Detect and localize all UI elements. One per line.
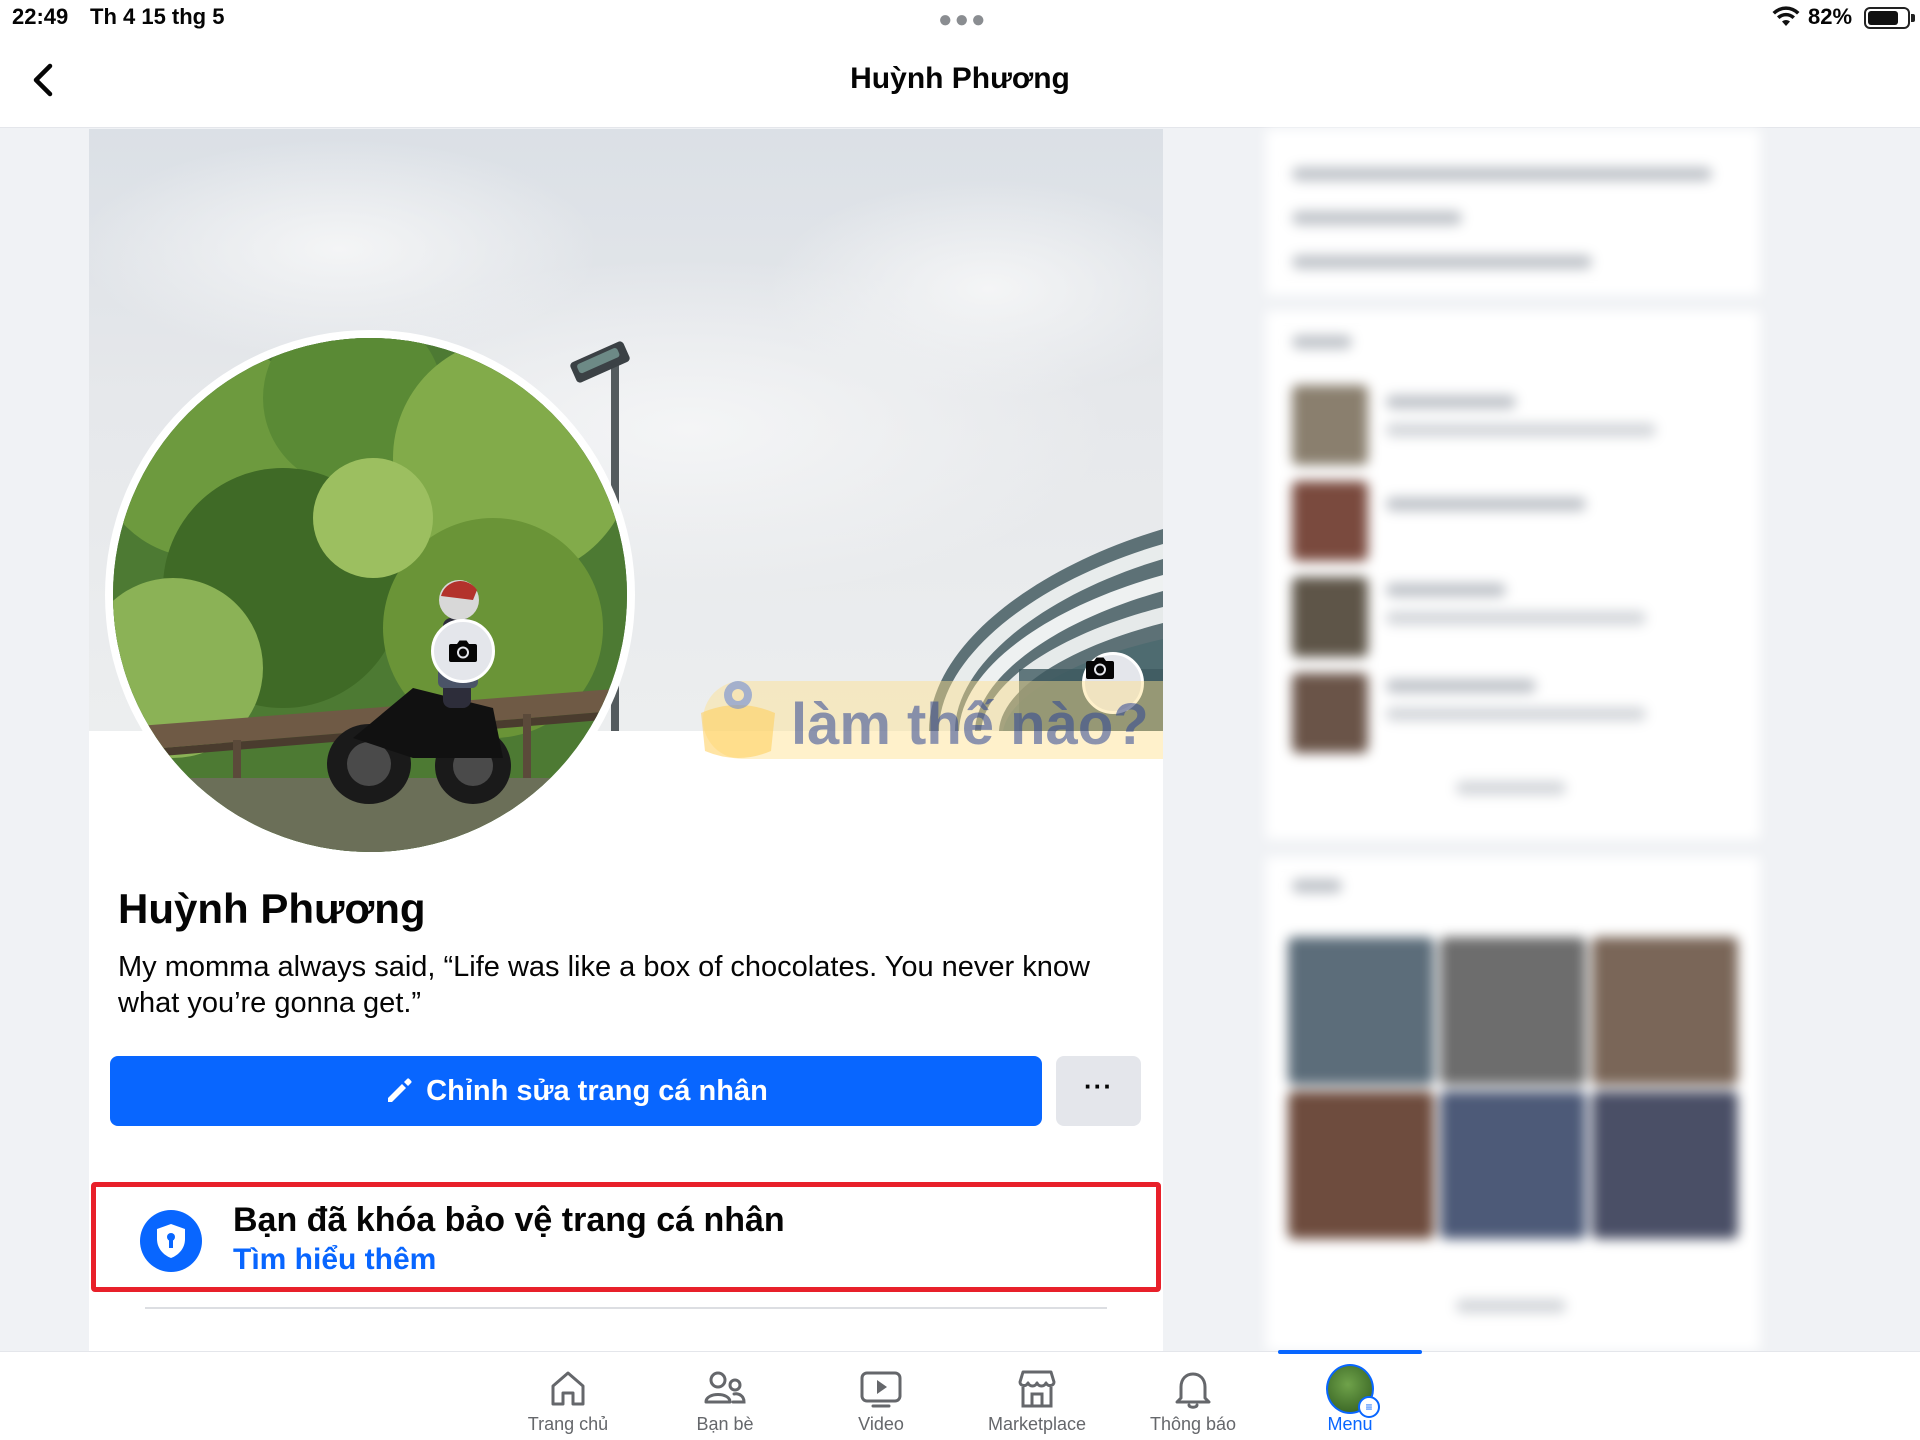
tab-label: Thông báo: [1149, 1414, 1237, 1434]
tab-label: Menu: [1327, 1414, 1373, 1434]
wifi-icon: [1772, 6, 1800, 26]
edit-profile-label: Chỉnh sửa trang cá nhân: [426, 1074, 768, 1107]
page-title: Huỳnh Phương: [850, 62, 1070, 95]
battery-percent: 82%: [1808, 4, 1853, 29]
right-sidebar-blurred: [1266, 129, 1760, 1351]
profile-bio: My momma always said, “Life was like a b…: [118, 951, 1090, 1019]
home-icon: [544, 1366, 592, 1412]
intro-block: [1266, 129, 1760, 295]
status-bar: 22:49 Th 4 15 thg 5 ●●● 82%: [0, 0, 1920, 36]
top-nav-bar: Huỳnh Phương: [0, 36, 1920, 128]
camera-icon: [1086, 657, 1114, 679]
learn-more-link[interactable]: Tìm hiểu thêm: [233, 1243, 436, 1277]
tab-video[interactable]: Video: [806, 1352, 956, 1440]
tab-label: Bạn bè: [696, 1414, 754, 1434]
photos-block: [1266, 857, 1760, 1351]
status-time: 22:49: [12, 4, 69, 29]
pencil-icon: [388, 1078, 412, 1102]
avatar-camera-button[interactable]: [431, 619, 495, 683]
bell-icon: [1169, 1366, 1217, 1412]
tab-home[interactable]: Trang chủ: [493, 1352, 643, 1440]
tab-marketplace[interactable]: Marketplace: [962, 1352, 1112, 1440]
profile-name: Huỳnh Phương: [118, 885, 426, 932]
marketplace-icon: [1013, 1366, 1061, 1412]
bottom-tab-bar: Trang chủ Bạn bè Video Marketplace Thông…: [0, 1350, 1920, 1440]
active-tab-indicator: [1278, 1350, 1422, 1354]
friends-icon: [701, 1366, 749, 1412]
tab-label: Video: [858, 1414, 904, 1434]
lightbulb-gear-icon: [701, 681, 775, 758]
menu-avatar-icon: ≡: [1326, 1364, 1380, 1418]
video-icon: [857, 1366, 905, 1412]
tab-label: Marketplace: [987, 1414, 1087, 1434]
section-divider: [145, 1307, 1107, 1309]
camera-icon: [449, 640, 477, 662]
edit-profile-button[interactable]: Chỉnh sửa trang cá nhân: [110, 1056, 1042, 1126]
profile-lock-notice[interactable]: Bạn đã khóa bảo vệ trang cá nhân Tìm hiể…: [91, 1182, 1161, 1292]
tab-notifications[interactable]: Thông báo: [1118, 1352, 1268, 1440]
tab-label: Trang chủ: [527, 1414, 609, 1434]
profile-avatar[interactable]: [105, 330, 635, 860]
battery-icon: [1864, 7, 1915, 29]
tab-menu[interactable]: ≡ Menu: [1275, 1350, 1425, 1440]
avatar-photo: [113, 338, 627, 852]
status-date: Th 4 15 thg 5: [90, 4, 225, 29]
watermark-logo: làm thế nào?: [701, 681, 1163, 759]
watermark-text: làm thế nào?: [791, 692, 1149, 757]
multitasking-dots-icon[interactable]: ●●●: [938, 6, 988, 34]
more-dots-icon: ···: [1084, 1070, 1113, 1101]
more-options-button[interactable]: ···: [1056, 1056, 1141, 1126]
shield-lock-icon: [140, 1210, 202, 1272]
tab-friends[interactable]: Bạn bè: [650, 1352, 800, 1440]
friends-block: [1266, 311, 1760, 839]
lock-notice-title: Bạn đã khóa bảo vệ trang cá nhân: [233, 1201, 785, 1239]
